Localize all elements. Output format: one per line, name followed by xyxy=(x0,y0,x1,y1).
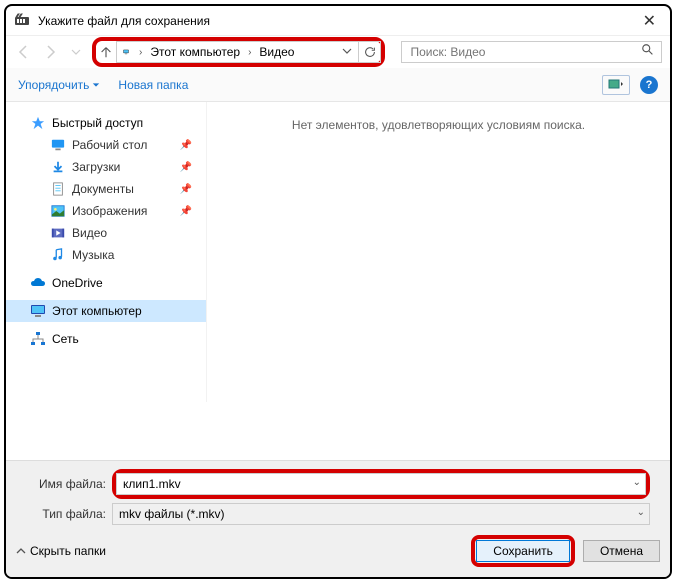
chevron-icon[interactable]: › xyxy=(244,47,255,58)
hide-folders-toggle[interactable]: Скрыть папки xyxy=(16,544,106,558)
title-bar: Укажите файл для сохранения ✕ xyxy=(6,6,670,36)
nav-onedrive[interactable]: OneDrive xyxy=(6,272,206,294)
search-icon[interactable] xyxy=(641,43,655,62)
filetype-label: Тип файла: xyxy=(16,507,106,521)
chevron-down-icon[interactable] xyxy=(338,46,356,59)
desktop-icon xyxy=(50,137,66,153)
file-list-area[interactable]: Нет элементов, удовлетворяющих условиям … xyxy=(206,102,670,402)
pin-icon: 📌 xyxy=(180,184,192,195)
chevron-down-icon[interactable]: ⌄ xyxy=(637,507,645,518)
search-box[interactable] xyxy=(401,41,662,63)
pin-icon: 📌 xyxy=(180,140,192,151)
filename-label: Имя файла: xyxy=(16,477,106,491)
search-input[interactable] xyxy=(408,44,641,60)
nav-music[interactable]: Музыка xyxy=(6,244,206,266)
save-button[interactable]: Сохранить xyxy=(476,540,570,562)
star-icon xyxy=(30,115,46,131)
empty-message: Нет элементов, удовлетворяющих условиям … xyxy=(292,118,585,132)
nav-downloads[interactable]: Загрузки📌 xyxy=(6,156,206,178)
pictures-icon xyxy=(50,203,66,219)
app-icon xyxy=(14,13,30,29)
up-button[interactable] xyxy=(96,42,116,62)
downloads-icon xyxy=(50,159,66,175)
breadcrumb-segment[interactable]: Этот компьютер xyxy=(146,42,244,62)
save-dialog: Укажите файл для сохранения ✕ › Этот ком… xyxy=(4,4,672,579)
music-icon xyxy=(50,247,66,263)
chevron-up-icon xyxy=(16,546,26,556)
nav-documents[interactable]: Документы📌 xyxy=(6,178,206,200)
chevron-down-icon[interactable]: ⌄ xyxy=(633,477,641,488)
filename-input[interactable]: клип1.mkv ⌄ xyxy=(116,473,646,495)
nav-row: › Этот компьютер › Видео xyxy=(6,36,670,68)
thispc-icon xyxy=(119,42,135,62)
documents-icon xyxy=(50,181,66,197)
nav-videos[interactable]: Видео xyxy=(6,222,206,244)
nav-tree[interactable]: Быстрый доступ Рабочий стол📌 Загрузки📌 Д… xyxy=(6,102,206,402)
thispc-icon xyxy=(30,303,46,319)
network-icon xyxy=(30,331,46,347)
nav-thispc[interactable]: Этот компьютер xyxy=(6,300,206,322)
chevron-icon[interactable]: › xyxy=(135,47,146,58)
refresh-button[interactable] xyxy=(359,41,381,63)
nav-network[interactable]: Сеть xyxy=(6,328,206,350)
filetype-select[interactable]: mkv файлы (*.mkv) ⌄ xyxy=(112,503,650,525)
pin-icon: 📌 xyxy=(180,206,192,217)
view-options-button[interactable] xyxy=(602,75,630,95)
cancel-button[interactable]: Отмена xyxy=(583,540,660,562)
address-bar[interactable]: › Этот компьютер › Видео xyxy=(116,41,359,63)
organize-menu[interactable]: Упорядочить xyxy=(18,78,100,92)
back-button[interactable] xyxy=(14,42,34,62)
window-title: Укажите файл для сохранения xyxy=(38,14,637,28)
new-folder-button[interactable]: Новая папка xyxy=(118,78,188,92)
bottom-panel: Имя файла: клип1.mkv ⌄ Тип файла: mkv фа… xyxy=(6,460,670,577)
nav-quick-access[interactable]: Быстрый доступ xyxy=(6,112,206,134)
address-bar-highlight: › Этот компьютер › Видео xyxy=(92,37,385,67)
recent-dropdown[interactable] xyxy=(66,42,86,62)
forward-button[interactable] xyxy=(40,42,60,62)
dialog-body: Быстрый доступ Рабочий стол📌 Загрузки📌 Д… xyxy=(6,102,670,402)
close-button[interactable]: ✕ xyxy=(637,11,662,31)
breadcrumb-segment[interactable]: Видео xyxy=(255,42,298,62)
onedrive-icon xyxy=(30,275,46,291)
pin-icon: 📌 xyxy=(180,162,192,173)
save-button-highlight: Сохранить xyxy=(471,535,575,567)
toolbar: Упорядочить Новая папка ? xyxy=(6,68,670,102)
videos-icon xyxy=(50,225,66,241)
filename-highlight: клип1.mkv ⌄ xyxy=(112,469,650,499)
nav-desktop[interactable]: Рабочий стол📌 xyxy=(6,134,206,156)
nav-pictures[interactable]: Изображения📌 xyxy=(6,200,206,222)
help-button[interactable]: ? xyxy=(640,76,658,94)
